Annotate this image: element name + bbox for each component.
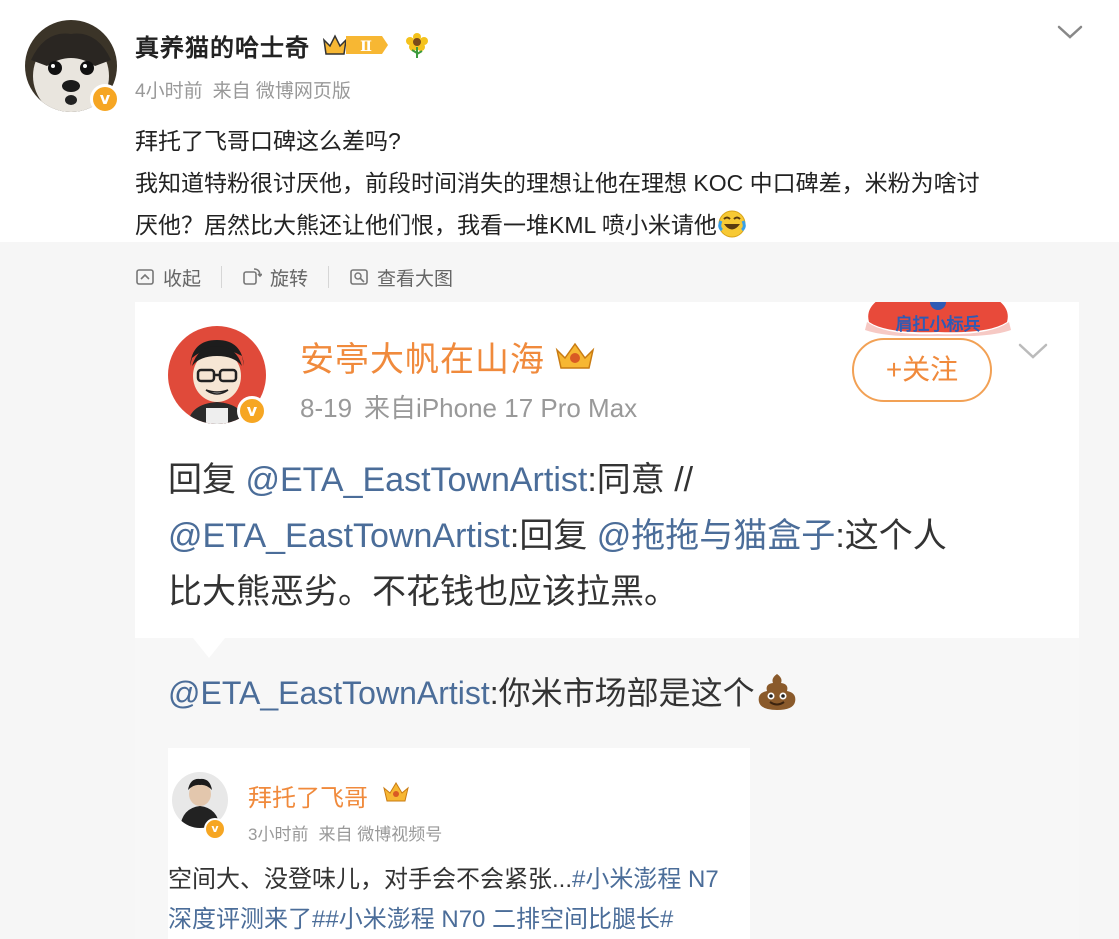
post-time[interactable]: 4小时前 [135, 81, 203, 102]
chevron-down-icon[interactable] [1056, 22, 1084, 42]
post-text-line: 我知道特粉很讨厌他，前段时间消失的理想让他在理想 KOC 中口碑差，米粉为啥讨 [135, 170, 980, 196]
reply-text: :同意 // [587, 461, 694, 499]
collapse-label: 收起 [163, 268, 202, 290]
screenshot-date: 8-19 [300, 393, 353, 423]
rotate-button[interactable]: 旋转 [242, 264, 308, 291]
verified-badge-icon: v [90, 84, 120, 114]
screenshot-source: 来自iPhone 17 Pro Max [364, 393, 638, 423]
level-badge-icon[interactable]: Ⅱ [322, 32, 390, 58]
quoted-plain: 空间大、没登味儿，对手会不会紧张... [168, 866, 573, 893]
quoted-time: 3小时前 [248, 825, 309, 844]
reply-prefix: 回复 [168, 461, 246, 499]
post-text: 拜托了飞哥口碑这么差吗? 我知道特粉很讨厌他，前段时间消失的理想让他在理想 KO… [135, 120, 1085, 246]
quoted-text: 空间大、没登味儿，对手会不会紧张...#小米澎程 N7 深度评测来了##小米澎程… [168, 860, 750, 939]
mention-link: @ETA_EastTownArtist [168, 675, 490, 711]
view-large-button[interactable]: 查看大图 [349, 264, 453, 291]
quoted-line: 空间大、没登味儿，对手会不会紧张...#小米澎程 N7 [168, 860, 750, 900]
badge-stamp-icon: 肩扛小标兵 [865, 302, 1011, 336]
rotate-icon [243, 268, 263, 285]
post-meta: 4小时前 来自 微博网页版 [135, 76, 351, 103]
laugh-cry-emoji [718, 210, 746, 238]
hashtag: #小米澎程 N7 [572, 866, 719, 893]
quoted-post: v 拜托了飞哥 3小时前 来自 微博视频号 空间大、没登味儿，对手会不会紧张...… [168, 748, 750, 939]
quoted-username: 拜托了飞哥 [248, 785, 368, 812]
stamp-text: 肩扛小标兵 [896, 314, 981, 334]
toolbar-divider [221, 266, 223, 288]
collapse-button[interactable]: 收起 [135, 264, 201, 291]
reply-line: @ETA_EastTownArtist:回复 @拖拖与猫盒子:这个人 [168, 508, 1048, 564]
quoted-meta: 3小时前 来自 微博视频号 [248, 820, 442, 845]
forward-comment: :你米市场部是这个 [489, 675, 755, 711]
post-text-line: 拜托了飞哥口碑这么差吗? [135, 128, 401, 154]
post-source: 来自 微博网页版 [212, 81, 351, 102]
verified-badge-icon: v [204, 818, 226, 840]
crown-icon [555, 342, 595, 369]
chevron-down-icon [1018, 343, 1048, 359]
mention-link: @拖拖与猫盒子 [596, 517, 836, 555]
card-pointer [193, 638, 225, 658]
post-text-line: 厌他？居然比大熊还让他们恨，我看一堆KML 喷小米请他 [135, 204, 1085, 246]
reply-line: 比大熊恶劣。不花钱也应该拉黑。 [168, 573, 678, 611]
verified-badge-icon: v [237, 396, 267, 426]
screenshot-username: 安亭大帆在山海 [300, 341, 545, 379]
post-username[interactable]: 真养猫的哈士奇 [135, 28, 310, 63]
mention-link: @ETA_EastTownArtist [245, 461, 588, 499]
attached-image[interactable]: v 安亭大帆在山海 8-19 来自iPhone 17 Pro Max 肩扛小标兵 … [135, 302, 1079, 939]
mention-link: @ETA_EastTownArtist [168, 517, 510, 555]
screenshot-post-card: v 安亭大帆在山海 8-19 来自iPhone 17 Pro Max 肩扛小标兵 … [135, 302, 1079, 638]
screenshot-meta: 8-19 来自iPhone 17 Pro Max [300, 388, 637, 425]
view-large-icon [350, 269, 368, 285]
reply-line: 回复 @ETA_EastTownArtist:同意 // [168, 452, 1048, 508]
screenshot-reply-text: 回复 @ETA_EastTownArtist:同意 // @ETA_EastTo… [168, 452, 1048, 620]
quoted-source: 来自 微博视频号 [318, 825, 443, 844]
weibo-post: v 真养猫的哈士奇 Ⅱ 4小时前 来自 微博网页版 拜托了飞哥口碑这么差吗? 我知… [0, 0, 1119, 939]
sunflower-icon [406, 33, 428, 58]
rotate-label: 旋转 [270, 268, 309, 290]
hashtag: 深度评测来了##小米澎程 N70 二排空间比腿长# [168, 906, 674, 933]
poop-emoji [758, 674, 796, 710]
reply-text: :回复 [509, 517, 597, 555]
image-toolbar: 收起 旋转 查看大图 [135, 262, 453, 292]
post-text-line-content: 厌他？居然比大熊还让他们恨，我看一堆KML 喷小米请他 [135, 212, 717, 238]
crown-icon [383, 782, 409, 802]
forward-text: @ETA_EastTownArtist:你米市场部是这个 [168, 668, 799, 714]
follow-button: +关注 [852, 338, 992, 402]
toolbar-divider [328, 266, 330, 288]
reply-text: :这个人 [835, 517, 947, 555]
level-text: Ⅱ [360, 39, 372, 55]
view-large-label: 查看大图 [377, 268, 454, 290]
collapse-icon [136, 269, 154, 285]
